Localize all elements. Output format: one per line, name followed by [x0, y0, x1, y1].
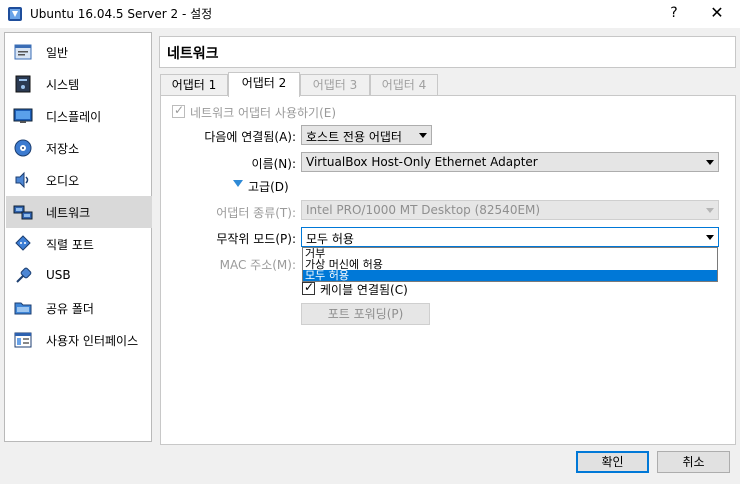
general-icon [14, 44, 32, 60]
name-select[interactable]: VirtualBox Host-Only Ethernet Adapter [301, 152, 719, 172]
network-icon [13, 205, 33, 220]
enable-adapter-label: 네트워크 어댑터 사용하기(E) [190, 106, 337, 120]
check-icon: ✓ [174, 103, 185, 117]
sidebar-item-label: 오디오 [46, 174, 80, 188]
sidebar-item-label: USB [46, 268, 71, 282]
tab-adapter-2[interactable]: 어댑터 2 [228, 72, 300, 97]
settings-sidebar: 일반 시스템 디스플레이 저장소 오디오 네트워크 직렬 포트 USB 공유 폴… [4, 32, 152, 442]
sidebar-item-label: 공유 폴더 [46, 302, 94, 316]
dropdown-option-allow-vms[interactable]: 가상 머신에 허용 [303, 259, 717, 270]
ok-button[interactable]: 확인 [576, 451, 649, 473]
sidebar-item-label: 디스플레이 [46, 110, 102, 124]
attached-to-select[interactable]: 호스트 전용 어댑터 [301, 125, 432, 145]
sidebar-item-shared-folder[interactable]: 공유 폴더 [6, 292, 152, 324]
page-title: 네트워크 [167, 46, 219, 62]
name-label: 이름(N): [251, 157, 296, 171]
storage-icon [14, 139, 32, 157]
system-icon [15, 75, 31, 93]
sidebar-item-label: 사용자 인터페이스 [46, 334, 139, 348]
cable-connected-label: 케이블 연결됨(C) [320, 283, 408, 297]
chevron-down-icon [706, 208, 714, 213]
sidebar-item-label: 네트워크 [46, 206, 91, 220]
adapter-type-label: 어댑터 종류(T): [216, 206, 296, 220]
sidebar-item-audio[interactable]: 오디오 [6, 164, 152, 196]
name-value: VirtualBox Host-Only Ethernet Adapter [306, 155, 538, 169]
promiscuous-mode-dropdown: 거부 가상 머신에 허용 모두 허용 [302, 247, 718, 282]
tab-adapter-4[interactable]: 어댑터 4 [370, 74, 438, 96]
dropdown-option-deny[interactable]: 거부 [303, 248, 717, 259]
display-icon [13, 108, 33, 123]
close-button[interactable]: ✕ [702, 2, 732, 24]
promiscuous-mode-label: 무작위 모드(P): [216, 232, 296, 246]
window-title: Ubuntu 16.04.5 Server 2 - 설정 [30, 7, 213, 21]
tab-adapter-1[interactable]: 어댑터 1 [160, 74, 228, 96]
chevron-down-icon [706, 235, 714, 240]
audio-icon [15, 171, 29, 189]
serial-port-icon [15, 235, 31, 251]
cable-connected-checkbox[interactable]: ✓ [302, 280, 315, 295]
page-header: 네트워크 [159, 36, 736, 68]
chevron-down-icon [706, 160, 714, 165]
sidebar-item-usb[interactable]: USB [6, 260, 152, 292]
mac-address-label: MAC 주소(M): [219, 258, 296, 272]
virtualbox-icon [8, 7, 22, 21]
sidebar-item-label: 저장소 [46, 142, 80, 156]
sidebar-item-user-interface[interactable]: 사용자 인터페이스 [6, 324, 152, 356]
dropdown-option-allow-all[interactable]: 모두 허용 [303, 270, 717, 281]
title-bar: Ubuntu 16.04.5 Server 2 - 설정 ? ✕ [0, 0, 740, 28]
tab-adapter-3[interactable]: 어댑터 3 [300, 74, 370, 96]
sidebar-item-system[interactable]: 시스템 [6, 68, 152, 100]
sidebar-item-network[interactable]: 네트워크 [6, 196, 152, 228]
adapter-type-select[interactable]: Intel PRO/1000 MT Desktop (82540EM) [301, 200, 719, 220]
check-icon: ✓ [304, 280, 315, 294]
promiscuous-mode-select[interactable]: 모두 허용 [301, 227, 719, 247]
shared-folder-icon [14, 302, 32, 315]
port-forwarding-button[interactable]: 포트 포워딩(P) [301, 303, 430, 325]
usb-icon [16, 267, 32, 283]
promiscuous-mode-value: 모두 허용 [306, 232, 354, 246]
sidebar-item-label: 시스템 [46, 78, 80, 92]
sidebar-item-label: 일반 [46, 46, 69, 60]
advanced-toggle[interactable]: 고급(D) [248, 178, 289, 195]
chevron-down-icon [419, 133, 427, 138]
expand-triangle-icon[interactable] [233, 180, 243, 188]
sidebar-item-storage[interactable]: 저장소 [6, 132, 152, 164]
sidebar-item-display[interactable]: 디스플레이 [6, 100, 152, 132]
enable-adapter-checkbox[interactable]: ✓ [172, 103, 185, 118]
adapter-type-value: Intel PRO/1000 MT Desktop (82540EM) [306, 203, 541, 217]
sidebar-item-general[interactable]: 일반 [6, 36, 152, 68]
attached-to-label: 다음에 연결됨(A): [204, 130, 296, 144]
help-button[interactable]: ? [662, 2, 686, 24]
sidebar-item-label: 직렬 포트 [46, 238, 94, 252]
sidebar-item-serial-port[interactable]: 직렬 포트 [6, 228, 152, 260]
attached-to-value: 호스트 전용 어댑터 [306, 130, 402, 144]
cancel-button[interactable]: 취소 [657, 451, 730, 473]
user-interface-icon [14, 332, 32, 348]
